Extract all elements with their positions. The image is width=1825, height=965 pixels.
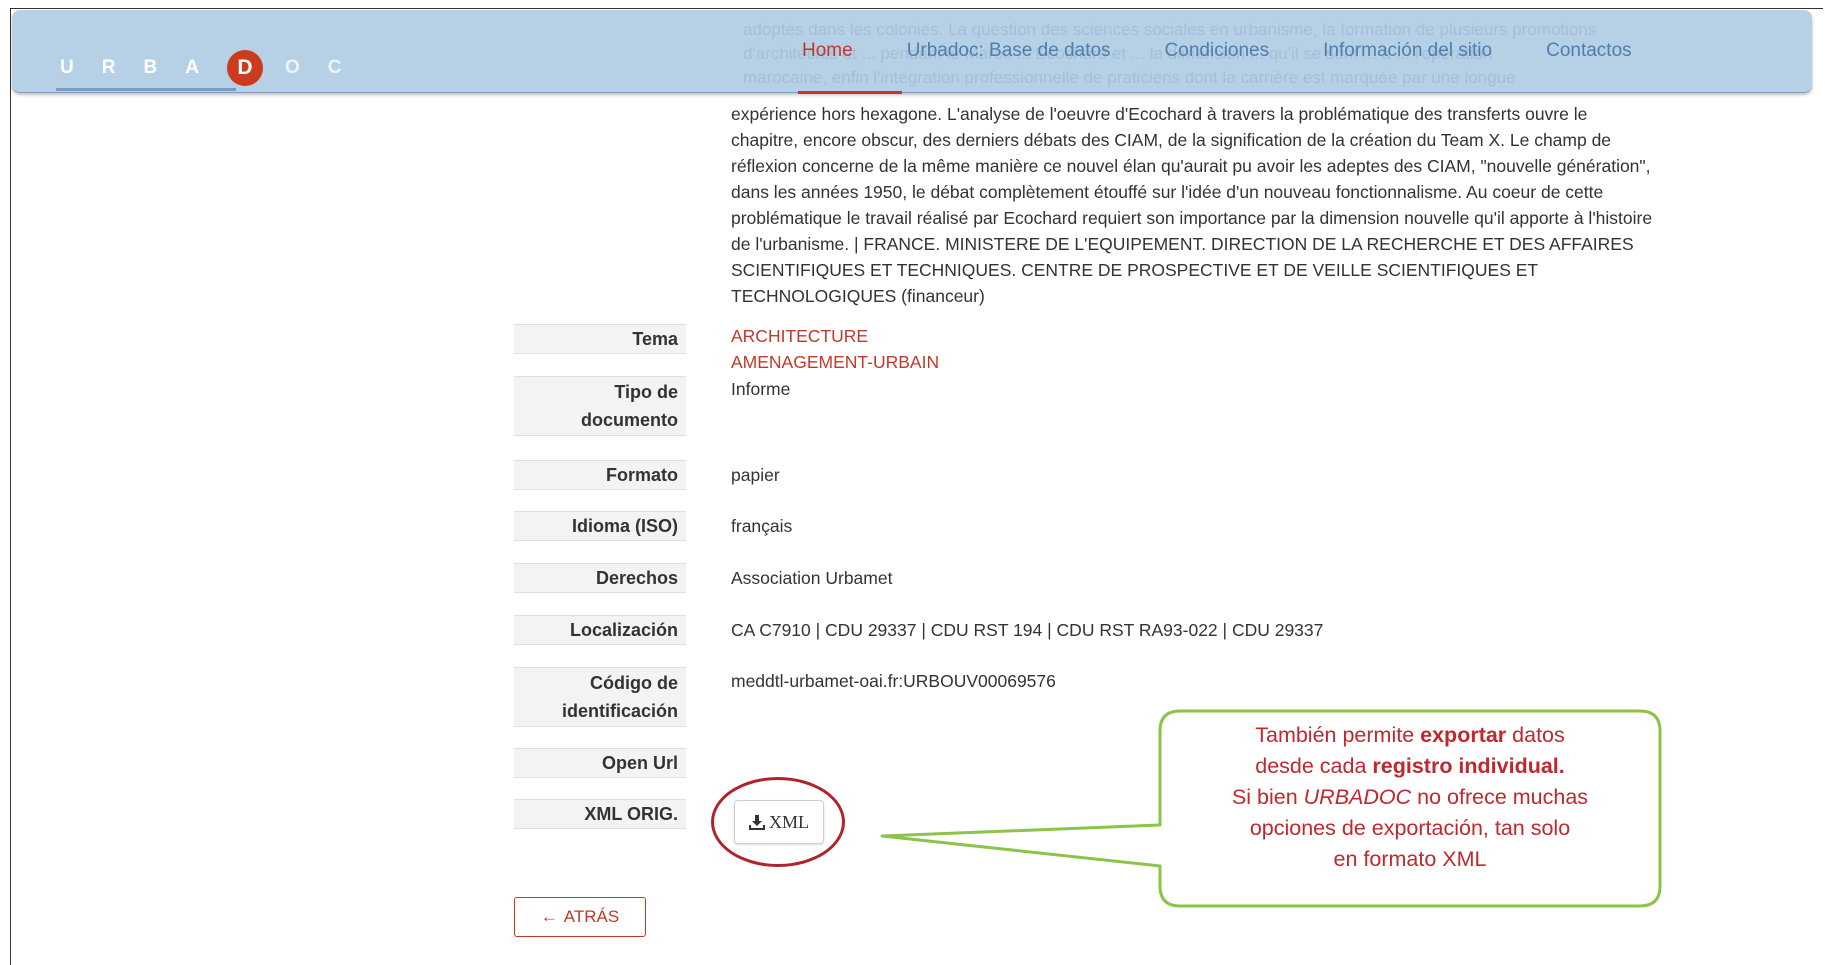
logo-underline bbox=[56, 88, 236, 91]
callout-text-bold: registro individual. bbox=[1372, 754, 1565, 778]
field-label-derechos: Derechos bbox=[514, 563, 686, 593]
field-label-codigo-identificacion: Código de identificación bbox=[514, 667, 686, 727]
tema-link-architecture[interactable]: ARCHITECTURE bbox=[731, 323, 939, 349]
field-label-open-url: Open Url bbox=[514, 748, 686, 778]
field-label-tipo-documento: Tipo de documento bbox=[514, 376, 686, 436]
callout-text-part: desde cada bbox=[1255, 754, 1373, 778]
callout-text-italic: URBADOC bbox=[1303, 785, 1412, 809]
logo-letter: B bbox=[143, 57, 158, 78]
label-line: Tipo de bbox=[614, 382, 678, 402]
xml-button-label: XML bbox=[769, 811, 809, 832]
callout-line: opciones de exportación, tan solo bbox=[1249, 816, 1571, 840]
nav-contactos[interactable]: Contactos bbox=[1546, 40, 1632, 62]
nav-condiciones[interactable]: Condiciones bbox=[1165, 40, 1270, 62]
logo-letter-circle: D bbox=[226, 50, 263, 86]
callout-text-bold: exportar bbox=[1420, 723, 1507, 747]
field-value-tipo-documento: Informe bbox=[731, 379, 791, 399]
field-label-idioma: Idioma (ISO) bbox=[514, 511, 686, 541]
label-line: documento bbox=[581, 410, 678, 430]
ghost-line: marocaine, enfin l'intégration professio… bbox=[743, 68, 1516, 87]
back-button-label: ATRÁS bbox=[563, 907, 620, 926]
field-label-tema: Tema bbox=[514, 324, 686, 354]
field-label-xml-orig: XML ORIG. bbox=[514, 799, 686, 829]
field-label-formato: Formato bbox=[514, 460, 686, 490]
description-line: de l'urbanisme. | FRANCE. MINISTERE DE L… bbox=[731, 234, 1634, 254]
callout-text-part: También permite bbox=[1255, 723, 1421, 747]
ghost-line: adoptés dans les colonies. La question d… bbox=[743, 20, 1597, 39]
logo-letter: R bbox=[101, 57, 116, 78]
callout-text-part: datos bbox=[1506, 723, 1565, 747]
top-navbar: adoptés dans les colonies. La question d… bbox=[12, 10, 1812, 94]
description-line: SCIENTIFIQUES ET TECHNIQUES. CENTRE DE P… bbox=[731, 260, 1539, 280]
record-description: expérience hors hexagone. L'analyse de l… bbox=[731, 101, 1756, 309]
field-label-localizacion: Localización bbox=[514, 615, 686, 645]
active-tab-indicator bbox=[798, 91, 902, 94]
label-line: identificación bbox=[561, 701, 678, 721]
callout-text-part: Si bien bbox=[1231, 785, 1304, 809]
field-value-localizacion: CA C7910 | CDU 29337 | CDU RST 194 | CDU… bbox=[731, 620, 1324, 640]
field-value-derechos: Association Urbamet bbox=[731, 568, 893, 588]
xml-export-button[interactable]: XML bbox=[734, 800, 824, 844]
field-value-idioma: français bbox=[731, 516, 793, 536]
download-icon bbox=[749, 814, 765, 830]
logo-letter: A bbox=[185, 57, 199, 78]
nav-base-de-datos[interactable]: Urbadoc: Base de datos bbox=[907, 40, 1111, 62]
description-line: expérience hors hexagone. L'analyse de l… bbox=[731, 104, 1588, 124]
callout-line: Si bien URBADOC no ofrece muchas bbox=[1172, 782, 1648, 813]
logo-letter: U bbox=[60, 57, 74, 78]
callout-line: También permite exportar datos bbox=[1172, 720, 1648, 751]
description-line: chapitre, encore obscur, des derniers dé… bbox=[731, 130, 1612, 150]
field-value-tema: ARCHITECTURE AMENAGEMENT-URBAIN bbox=[731, 323, 939, 375]
description-line: TECHNOLOGIQUES (financeur) bbox=[731, 286, 985, 306]
field-value-codigo-identificacion: meddtl-urbamet-oai.fr:URBOUV00069576 bbox=[731, 671, 1056, 691]
main-nav: Home Urbadoc: Base de datos Condiciones … bbox=[802, 40, 1686, 62]
nav-informacion-sitio[interactable]: Información del sitio bbox=[1323, 40, 1492, 62]
arrow-left-icon: ← bbox=[540, 907, 558, 926]
description-line: dans les années 1950, le débat complètem… bbox=[731, 182, 1604, 202]
callout-text-part: no ofrece muchas bbox=[1411, 785, 1589, 809]
nav-home[interactable]: Home bbox=[802, 40, 853, 62]
logo-letter: O bbox=[284, 57, 300, 78]
tema-link-amenagement-urbain[interactable]: AMENAGEMENT-URBAIN bbox=[731, 349, 939, 375]
back-button[interactable]: ← ATRÁS bbox=[514, 897, 646, 937]
callout-line: en formato XML bbox=[1333, 847, 1487, 871]
callout-line: desde cada registro individual. bbox=[1172, 751, 1648, 782]
callout-text: También permite exportar datos desde cad… bbox=[1172, 720, 1648, 875]
description-line: réflexion concerne de la même manière ce… bbox=[731, 156, 1651, 176]
description-line: problématique le travail réalisé par Eco… bbox=[731, 208, 1653, 228]
field-value-formato: papier bbox=[731, 465, 780, 485]
logo-letter: C bbox=[327, 57, 342, 78]
urbadoc-logo[interactable]: U R B A D O C bbox=[60, 48, 369, 88]
label-line: Código de bbox=[590, 673, 678, 693]
